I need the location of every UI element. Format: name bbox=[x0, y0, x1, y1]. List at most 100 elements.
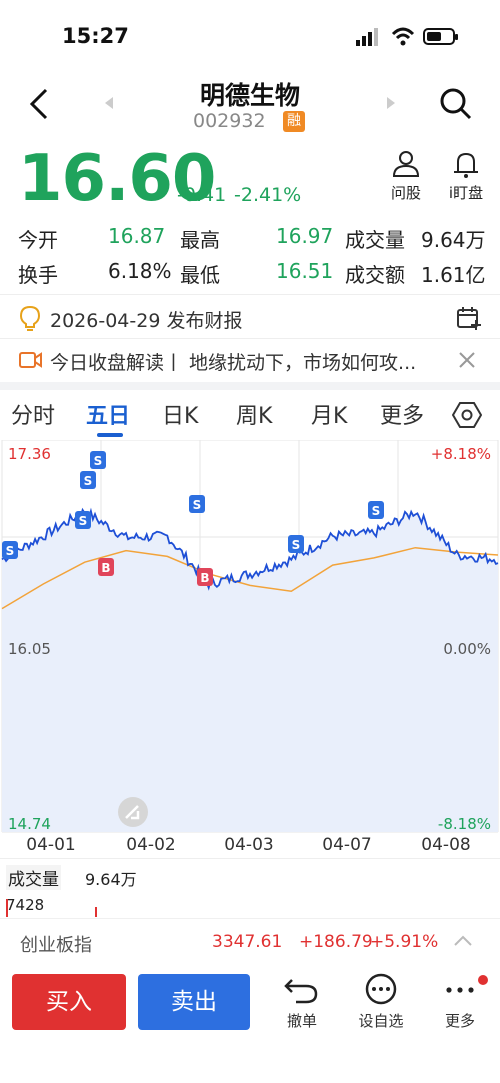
high-value: 16.97 bbox=[276, 224, 334, 248]
close-icon[interactable] bbox=[457, 350, 477, 370]
sell-button[interactable]: 卖出 bbox=[138, 974, 250, 1030]
wifi-icon bbox=[391, 27, 415, 46]
low-value: 16.51 bbox=[276, 259, 334, 283]
lightbulb-icon bbox=[19, 305, 41, 331]
stock-code: 002932 bbox=[193, 110, 266, 132]
status-bar: 15:27 bbox=[0, 0, 500, 70]
sell-marker: S bbox=[189, 495, 205, 513]
add-watchlist-label: 设自选 bbox=[358, 1012, 404, 1030]
report-notice-text: 2026-04-29 发布财报 bbox=[50, 310, 243, 332]
svg-text:S: S bbox=[79, 514, 88, 528]
add-watchlist-button[interactable]: 设自选 bbox=[350, 972, 412, 1031]
sell-marker: S bbox=[2, 541, 18, 559]
sell-marker: S bbox=[75, 511, 91, 529]
y-axis-mid: 16.05 bbox=[8, 640, 51, 658]
index-change: +186.79 bbox=[299, 932, 373, 952]
buy-button[interactable]: 买入 bbox=[12, 974, 126, 1030]
svg-text:S: S bbox=[193, 498, 202, 512]
volume-bar bbox=[95, 907, 97, 917]
index-change-pct: +5.91% bbox=[370, 932, 439, 952]
tab-five-day[interactable]: 五日 bbox=[86, 398, 130, 430]
chevron-up-icon[interactable] bbox=[452, 933, 474, 949]
divider bbox=[0, 294, 500, 295]
open-value: 16.87 bbox=[108, 224, 166, 248]
signal-icon bbox=[356, 28, 378, 46]
sell-marker: S bbox=[80, 471, 96, 489]
svg-text:S: S bbox=[292, 538, 301, 552]
x-axis-date: 04-07 bbox=[322, 835, 371, 855]
volume-bar bbox=[6, 899, 8, 917]
watch-button[interactable]: i盯盘 bbox=[440, 150, 492, 203]
volume-panel: 成交量 9.64万 7428 bbox=[0, 858, 500, 918]
index-ticker[interactable]: 创业板指 3347.61 +186.79 +5.91% bbox=[0, 918, 500, 964]
open-label: 今开 bbox=[18, 228, 58, 252]
pct-axis-top: +8.18% bbox=[431, 445, 491, 463]
bell-icon bbox=[454, 152, 478, 178]
index-value: 3347.61 bbox=[212, 932, 283, 952]
tab-monthly-k[interactable]: 月K bbox=[311, 398, 347, 430]
buy-marker: B bbox=[98, 558, 114, 576]
x-axis-date: 04-02 bbox=[126, 835, 175, 855]
low-label: 最低 bbox=[180, 263, 220, 287]
undo-icon bbox=[284, 979, 318, 1004]
undo-label: 撤单 bbox=[286, 1012, 317, 1030]
tab-more[interactable]: 更多 bbox=[380, 398, 424, 430]
undo-order-button[interactable]: 撤单 bbox=[274, 972, 330, 1031]
price-change-pct: -2.41% bbox=[234, 184, 302, 206]
watch-label: i盯盘 bbox=[448, 184, 484, 202]
turnover-label: 换手 bbox=[18, 263, 58, 287]
tab-intraday[interactable]: 分时 bbox=[11, 398, 55, 430]
y-axis-bottom: 14.74 bbox=[8, 815, 51, 833]
more-button[interactable]: 更多 bbox=[432, 972, 488, 1031]
settings-hex-icon[interactable] bbox=[452, 401, 482, 429]
news-notice[interactable]: 今日收盘解读丨 地缘扰动下，市场如何攻... bbox=[0, 340, 500, 380]
news-notice-text: 今日收盘解读丨 地缘扰动下，市场如何攻... bbox=[50, 352, 417, 374]
ask-stock-button[interactable]: 问股 bbox=[385, 150, 427, 203]
pct-axis-bottom: -8.18% bbox=[438, 815, 491, 833]
high-label: 最高 bbox=[180, 228, 220, 252]
sell-marker: S bbox=[90, 451, 106, 469]
svg-text:B: B bbox=[200, 571, 209, 585]
svg-text:S: S bbox=[84, 474, 93, 488]
report-notice[interactable]: 2026-04-29 发布财报 bbox=[0, 296, 500, 338]
watermark-icon bbox=[118, 797, 148, 827]
more-label: 更多 bbox=[444, 1012, 475, 1030]
amount-value: 1.61亿 bbox=[421, 263, 486, 287]
volume-scale: 7428 bbox=[6, 896, 45, 914]
calendar-add-icon[interactable] bbox=[456, 305, 482, 331]
svg-text:B: B bbox=[101, 561, 110, 575]
volume-label: 成交量 bbox=[345, 228, 405, 252]
battery-icon bbox=[423, 28, 458, 45]
amount-label: 成交额 bbox=[345, 263, 405, 287]
volume-panel-value: 9.64万 bbox=[85, 870, 137, 889]
volume-panel-label: 成交量 bbox=[6, 865, 61, 890]
tab-weekly-k[interactable]: 周K bbox=[236, 398, 272, 430]
price-change: -0.41 bbox=[177, 184, 227, 206]
stock-name: 明德生物 bbox=[199, 81, 300, 110]
more-dots-icon bbox=[446, 975, 488, 993]
index-name: 创业板指 bbox=[20, 935, 92, 956]
sell-marker: S bbox=[368, 501, 384, 519]
svg-text:S: S bbox=[94, 454, 103, 468]
tab-daily-k[interactable]: 日K bbox=[162, 398, 198, 430]
y-axis-top: 17.36 bbox=[8, 445, 51, 463]
sell-marker: S bbox=[288, 535, 304, 553]
svg-text:S: S bbox=[372, 504, 381, 518]
video-icon bbox=[19, 352, 42, 368]
divider bbox=[0, 338, 500, 339]
turnover-value: 6.18% bbox=[108, 259, 172, 283]
ask-user-icon bbox=[392, 151, 420, 177]
tab-active-indicator bbox=[97, 433, 123, 437]
buy-marker: B bbox=[197, 568, 213, 586]
more-circle-icon bbox=[365, 973, 397, 1005]
svg-text:S: S bbox=[6, 544, 15, 558]
x-axis-date: 04-01 bbox=[26, 835, 75, 855]
volume-value: 9.64万 bbox=[421, 228, 486, 252]
pct-axis-mid: 0.00% bbox=[443, 640, 491, 658]
section-gap bbox=[0, 382, 500, 390]
status-time: 15:27 bbox=[62, 24, 129, 48]
ask-stock-label: 问股 bbox=[390, 184, 421, 202]
x-axis-date: 04-08 bbox=[421, 835, 470, 855]
five-day-price-chart[interactable]: SSSSBSBSS 17.36 16.05 14.74 +8.18% 0.00%… bbox=[0, 440, 500, 870]
x-axis-date: 04-03 bbox=[224, 835, 273, 855]
